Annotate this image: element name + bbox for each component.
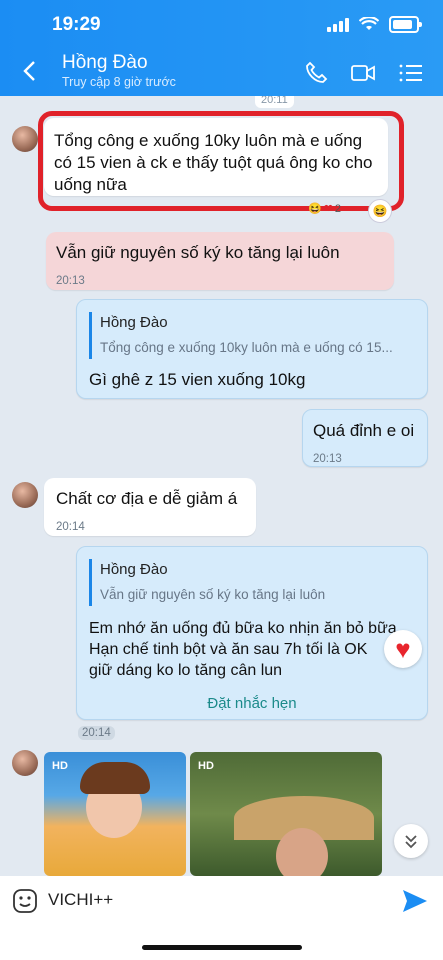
message-text: Vẫn giữ nguyên số ký ko tăng lại luôn (56, 243, 340, 262)
status-icons (327, 16, 422, 33)
message-text: Gì ghê z 15 vien xuống 10kg (89, 370, 306, 389)
avatar[interactable] (12, 482, 38, 508)
battery-icon (389, 16, 422, 33)
sticker-icon[interactable] (12, 888, 38, 914)
face (276, 828, 328, 876)
set-reminder-link[interactable]: Đặt nhắc hẹn (89, 693, 415, 715)
quoted-text: Tổng công e xuống 10ky luôn mà e uống có… (100, 340, 393, 355)
phone-icon[interactable] (303, 60, 329, 86)
menu-icon[interactable] (398, 60, 424, 86)
quoted-text: Vẫn giữ nguyên số ký ko tăng lại luôn (100, 587, 326, 602)
hd-badge: HD (52, 760, 68, 772)
quoted-message[interactable]: Hồng Đào Vẫn giữ nguyên số ký ko tăng lạ… (89, 559, 415, 606)
reactions[interactable]: 😆 ❤ 2 (308, 202, 342, 216)
message-time: 20:14 (78, 726, 115, 740)
send-icon[interactable] (400, 886, 430, 916)
hd-badge: HD (198, 760, 214, 772)
message-text: Em nhớ ăn uống đủ bữa ko nhịn ăn bỏ bữa … (89, 618, 415, 681)
header-bar: 19:29 Hồng Đào Truy cập 8 giờ trước (0, 0, 443, 96)
laugh-reaction-icon: 😆 (308, 203, 322, 215)
chat-area[interactable]: 20:11 Tổng công e xuống 10ky luôn mà e u… (0, 96, 443, 876)
message-bubble[interactable]: Quá đỉnh e oi 20:13 (302, 409, 428, 467)
avatar[interactable] (12, 750, 38, 776)
message-text: Chất cơ địa e dễ giảm á (56, 489, 238, 508)
message-time: 20:14 (56, 521, 85, 533)
message-bubble[interactable]: Vẫn giữ nguyên số ký ko tăng lại luôn 20… (46, 232, 394, 290)
double-chevron-down-icon (405, 835, 417, 849)
message-bubble[interactable]: Hồng Đào Vẫn giữ nguyên số ký ko tăng lạ… (76, 546, 428, 720)
heart-reaction-button[interactable]: ♥ (384, 630, 422, 668)
message-time: 20:13 (313, 453, 342, 465)
avatar[interactable] (12, 126, 38, 152)
back-arrow-icon[interactable] (18, 58, 44, 84)
heart-reaction-icon: ❤ (323, 203, 333, 215)
partial-time: 20:11 (255, 96, 294, 108)
message-input[interactable]: VICHI++ (48, 890, 113, 910)
message-line: Em nhớ ăn uống đủ bữa ko nhịn ăn bỏ bữa (89, 620, 397, 637)
signal-icon (327, 17, 349, 32)
contact-name[interactable]: Hồng Đào (62, 52, 148, 74)
reaction-count: 2 (334, 202, 342, 215)
video-call-icon[interactable] (350, 60, 376, 86)
hair (80, 762, 150, 794)
status-time: 19:29 (52, 14, 101, 35)
message-line: giữ dáng ko lo tăng cân lun (89, 662, 283, 679)
quoted-name: Hồng Đào (100, 314, 168, 331)
scroll-down-button[interactable] (394, 824, 428, 858)
message-bubble[interactable]: Hồng Đào Tổng công e xuống 10ky luôn mà … (76, 299, 428, 399)
photo-thumbnail[interactable]: HD (44, 752, 186, 876)
last-seen: Truy cập 8 giờ trước (62, 75, 176, 89)
quoted-message[interactable]: Hồng Đào Tổng công e xuống 10ky luôn mà … (89, 312, 415, 359)
react-button[interactable]: 😆 (368, 199, 392, 223)
quoted-name: Hồng Đào (100, 561, 168, 578)
photo-thumbnail[interactable]: HD (190, 752, 382, 876)
wifi-icon (359, 17, 379, 30)
home-indicator (142, 945, 302, 950)
message-text: Quá đỉnh e oi (313, 421, 415, 440)
message-line: Hạn chế tinh bột và ăn sau 7h tối là OK (89, 641, 368, 658)
message-bubble[interactable]: Chất cơ địa e dễ giảm á 20:14 (44, 478, 256, 536)
highlight-box (38, 111, 404, 211)
message-time: 20:13 (56, 275, 85, 287)
